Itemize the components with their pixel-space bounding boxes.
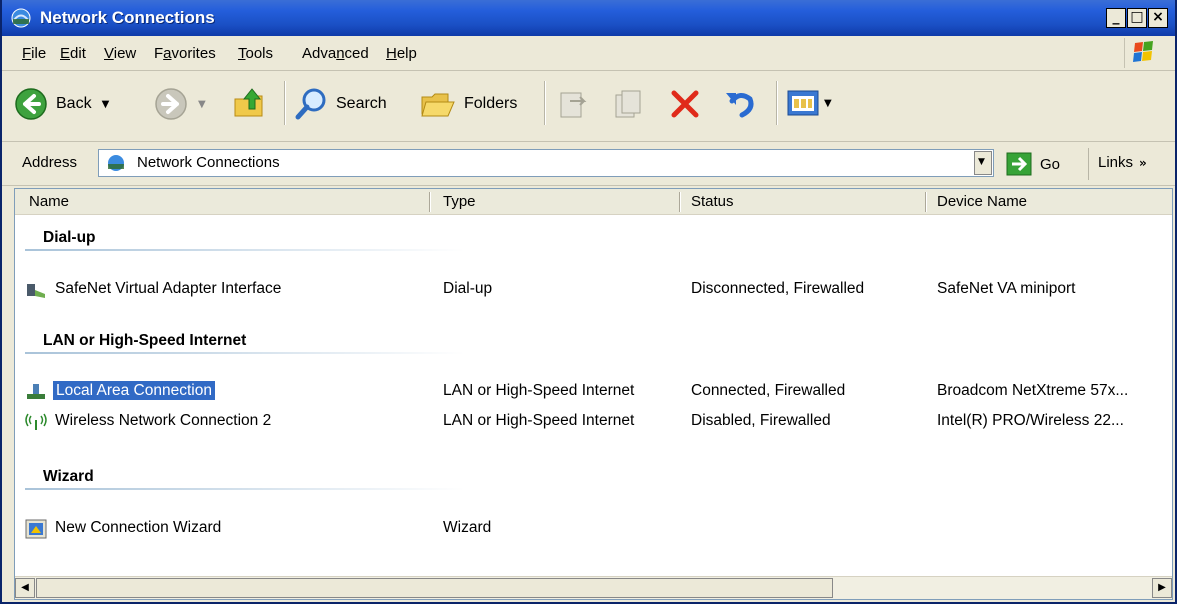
chevron-right-icon: » (1139, 156, 1147, 170)
back-arrow-icon (15, 88, 47, 120)
menu-bar: File Edit View Favorites Tools Advanced … (2, 36, 1175, 71)
forward-arrow-icon (155, 88, 187, 120)
item-status: Disconnected, Firewalled (691, 280, 865, 297)
horizontal-scrollbar[interactable]: ◀ ▶ (15, 576, 1172, 599)
delete-icon (671, 90, 699, 118)
group-divider (25, 488, 465, 490)
menu-help[interactable]: Help (386, 45, 417, 62)
network-connections-window: Network Connections _ □ × File Edit View… (0, 0, 1177, 604)
search-button[interactable]: Search (294, 87, 387, 121)
item-device: Intel(R) PRO/Wireless 22... (937, 412, 1124, 429)
network-connections-icon (108, 155, 124, 171)
column-header-name[interactable]: Name (29, 193, 69, 210)
folders-label: Folders (464, 95, 518, 112)
column-separator[interactable] (679, 192, 681, 212)
address-label: Address (22, 154, 78, 171)
views-dropdown-icon[interactable]: ▼ (824, 98, 832, 109)
back-label: Back (56, 95, 92, 112)
group-header-lan: LAN or High-Speed Internet (43, 332, 247, 349)
delete-button[interactable] (668, 87, 702, 121)
undo-button[interactable] (722, 87, 758, 121)
search-icon (295, 88, 326, 120)
links-label: Links (1098, 154, 1134, 171)
window-title: Network Connections (40, 8, 215, 27)
column-header-type[interactable]: Type (443, 193, 476, 210)
menu-advanced[interactable]: Advanced (302, 45, 369, 62)
address-value: Network Connections (137, 154, 280, 171)
wireless-connection-icon (25, 413, 47, 430)
copy-to-button[interactable] (612, 87, 646, 121)
windows-logo-icon (1124, 38, 1153, 68)
column-header-device[interactable]: Device Name (937, 193, 1027, 210)
move-to-icon (560, 92, 587, 118)
lan-connection-icon (27, 384, 45, 399)
item-type: Dial-up (443, 280, 493, 297)
item-type: LAN or High-Speed Internet (443, 412, 635, 429)
go-arrow-icon (1006, 152, 1032, 176)
up-button[interactable] (232, 85, 268, 121)
item-type: LAN or High-Speed Internet (443, 382, 635, 399)
toolbar-separator (284, 81, 286, 125)
toolbar-separator (544, 81, 546, 125)
menu-favorites[interactable]: Favorites (154, 45, 216, 62)
group-divider (25, 352, 465, 354)
group-divider (25, 249, 465, 251)
item-status: Disabled, Firewalled (691, 412, 831, 429)
item-name: Wireless Network Connection 2 (55, 412, 272, 429)
address-bar: Address Network Connections ▼ Go Links » (2, 142, 1175, 186)
column-separator[interactable] (429, 192, 431, 212)
item-device: Broadcom NetXtreme 57x... (937, 382, 1129, 399)
go-button[interactable]: Go (1006, 152, 1060, 176)
menu-edit[interactable]: Edit (60, 45, 86, 62)
toolbar-separator (776, 81, 778, 125)
item-status: Connected, Firewalled (691, 382, 846, 399)
maximize-button[interactable]: □ (1127, 8, 1147, 28)
close-button[interactable]: × (1148, 8, 1168, 28)
back-button[interactable]: Back ▼ (14, 87, 109, 121)
folders-button[interactable]: Folders (420, 87, 517, 121)
column-header-status[interactable]: Status (691, 193, 734, 210)
chevron-down-icon: ▼ (978, 157, 985, 167)
links-separator (1088, 148, 1089, 180)
scroll-left-button[interactable]: ◀ (15, 578, 35, 598)
back-dropdown-icon[interactable]: ▼ (102, 99, 110, 110)
menu-file[interactable]: File (22, 45, 46, 62)
item-type: Wizard (443, 519, 492, 536)
connections-list-view[interactable]: Name Type Status Device Name Dial-up Saf… (14, 188, 1173, 600)
folder-up-icon (234, 88, 263, 117)
copy-to-icon (615, 90, 641, 118)
group-header-dialup: Dial-up (43, 229, 96, 246)
item-name: New Connection Wizard (55, 519, 222, 536)
menu-tools[interactable]: Tools (238, 45, 273, 62)
minimize-button[interactable]: _ (1106, 8, 1126, 28)
folders-icon (421, 93, 455, 117)
item-name: SafeNet Virtual Adapter Interface (55, 280, 282, 297)
menu-view[interactable]: View (104, 45, 136, 62)
scrollbar-thumb[interactable] (36, 578, 833, 598)
search-label: Search (336, 95, 387, 112)
dialup-connection-icon (27, 284, 45, 298)
chevron-right-icon: ▶ (1158, 582, 1166, 593)
title-bar[interactable]: Network Connections _ □ × (2, 0, 1175, 36)
standard-toolbar: Back ▼ ▼ Search Folders ▼ (2, 71, 1175, 142)
column-separator[interactable] (925, 192, 927, 212)
group-header-wizard: Wizard (43, 468, 94, 485)
views-icon (787, 90, 819, 116)
address-field[interactable]: Network Connections ▼ (98, 149, 994, 177)
network-connections-icon (11, 8, 31, 28)
item-device: SafeNet VA miniport (937, 280, 1076, 297)
links-button[interactable]: Links » (1098, 154, 1147, 171)
address-dropdown-button[interactable]: ▼ (974, 151, 992, 175)
forward-dropdown-icon[interactable]: ▼ (198, 99, 206, 110)
views-button[interactable]: ▼ (786, 88, 832, 118)
new-connection-wizard-icon (25, 519, 47, 539)
chevron-left-icon: ◀ (21, 582, 29, 593)
item-name: Local Area Connection (53, 381, 215, 400)
move-to-button[interactable] (556, 87, 590, 121)
go-label: Go (1040, 155, 1061, 173)
scroll-right-button[interactable]: ▶ (1152, 578, 1172, 598)
forward-button[interactable]: ▼ (154, 87, 206, 121)
undo-icon (726, 93, 754, 118)
column-header-row: Name Type Status Device Name (15, 189, 1172, 215)
